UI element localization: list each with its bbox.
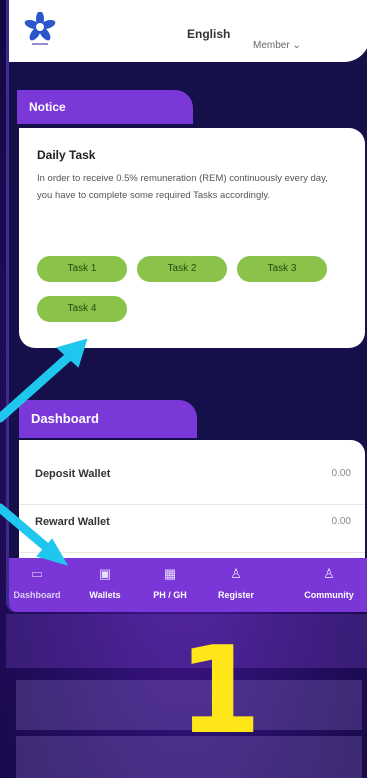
- arrow-to-task-4: [0, 347, 79, 423]
- arrow-to-dashboard-nav: [0, 503, 57, 557]
- annotation-arrows: [0, 338, 88, 566]
